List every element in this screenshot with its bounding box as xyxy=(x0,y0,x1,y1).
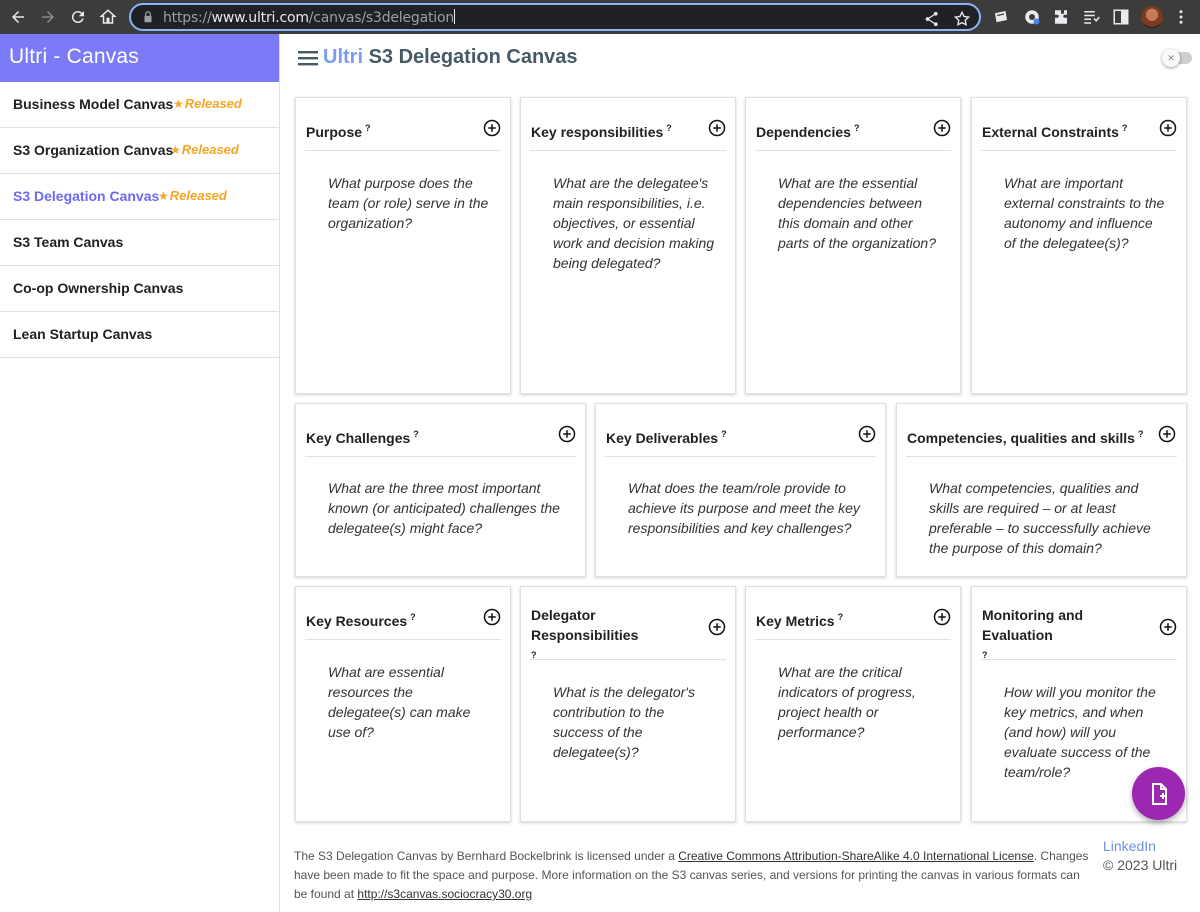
profile-avatar[interactable] xyxy=(1141,6,1163,28)
sidebar-item-s3-delegation-canvas[interactable]: S3 Delegation Canvas ★Released xyxy=(0,174,279,220)
back-icon[interactable] xyxy=(6,5,30,29)
license-link[interactable]: Creative Commons Attribution-ShareAlike … xyxy=(678,849,1034,863)
home-icon[interactable] xyxy=(96,5,120,29)
puzzle-icon[interactable] xyxy=(1052,8,1070,26)
sidebar-item-label: S3 Delegation Canvas xyxy=(13,188,160,204)
google-extension-icon[interactable] xyxy=(1023,8,1041,26)
card-key-responsibilities: Key responsibilities? What are the deleg… xyxy=(520,97,736,394)
card-title: Key Challenges? xyxy=(306,429,419,446)
sidebar-item-label: Lean Startup Canvas xyxy=(13,326,153,342)
add-note-icon[interactable] xyxy=(1159,618,1177,636)
sidebar-item-s3-team-canvas[interactable]: S3 Team Canvas xyxy=(0,220,279,266)
share-icon[interactable] xyxy=(923,10,941,28)
sidebar-item-label: Business Model Canvas xyxy=(13,96,174,112)
card-key-deliverables: Key Deliverables? What does the team/rol… xyxy=(595,403,886,577)
lock-icon xyxy=(144,11,152,23)
card-title: Purpose? xyxy=(306,123,371,140)
brand-name: Ultri xyxy=(323,46,363,68)
card-prompt: What does the team/role provide to achie… xyxy=(628,480,860,536)
card-prompt: What are important external constraints … xyxy=(1004,175,1165,251)
sidebar-item-co-op-ownership-canvas[interactable]: Co-op Ownership Canvas xyxy=(0,266,279,312)
card-prompt: What are the delegatee's main responsibi… xyxy=(553,175,715,271)
sidebar-title: Ultri - Canvas xyxy=(0,34,279,82)
card-title: External Constraints? xyxy=(982,123,1128,140)
linkedin-link[interactable]: LinkedIn xyxy=(1103,838,1156,854)
sidebar-item-label: S3 Team Canvas xyxy=(13,234,124,250)
card-prompt: What are the essential dependencies betw… xyxy=(778,175,936,251)
card-dependencies: Dependencies? What are the essential dep… xyxy=(745,97,961,394)
released-badge: ★Released xyxy=(158,188,227,203)
extension-icon[interactable] xyxy=(992,8,1010,26)
card-title: Dependencies? xyxy=(756,123,860,140)
card-title: Competencies, qualities and skills? xyxy=(907,429,1144,446)
file-export-icon xyxy=(1151,782,1167,805)
sidebar-item-lean-startup-canvas[interactable]: Lean Startup Canvas xyxy=(0,312,279,358)
add-note-icon[interactable] xyxy=(933,608,951,626)
card-key-challenges: Key Challenges? What are the three most … xyxy=(295,403,586,577)
sidebar-item-business-model-canvas[interactable]: Business Model Canvas ★Released xyxy=(0,82,279,128)
add-note-icon[interactable] xyxy=(1159,119,1177,137)
reading-list-icon[interactable] xyxy=(1082,8,1100,26)
reload-icon[interactable] xyxy=(66,5,90,29)
browser-toolbar: https://www.ultri.com/canvas/s3delegatio… xyxy=(0,0,1200,34)
bookmark-star-icon[interactable] xyxy=(953,10,971,28)
card-title: Key responsibilities? xyxy=(531,123,672,140)
add-note-icon[interactable] xyxy=(708,618,726,636)
card-prompt: What is the delegator's contribution to … xyxy=(553,684,695,760)
page-title: Ultri S3 Delegation Canvas xyxy=(323,46,578,69)
card-delegator-responsibilities: Delegator Responsibilities? What is the … xyxy=(520,586,736,822)
forward-icon[interactable] xyxy=(36,5,60,29)
card-prompt: What competencies, qualities and skills … xyxy=(929,480,1151,556)
card-title: Key Metrics? xyxy=(756,612,844,629)
hamburger-menu-icon[interactable] xyxy=(298,49,318,67)
url-text: https://www.ultri.com/canvas/s3delegatio… xyxy=(163,9,455,26)
theme-toggle[interactable]: ✕ xyxy=(1162,49,1192,67)
sidebar: Ultri - Canvas Business Model Canvas ★Re… xyxy=(0,34,280,912)
card-prompt: What are essential resources the delegat… xyxy=(328,664,471,740)
card-title: Key Deliverables? xyxy=(606,429,727,446)
side-panel-icon[interactable] xyxy=(1112,8,1130,26)
canvas-title: S3 Delegation Canvas xyxy=(368,46,578,68)
export-pdf-button[interactable] xyxy=(1132,767,1185,820)
add-note-icon[interactable] xyxy=(558,425,576,443)
add-note-icon[interactable] xyxy=(483,608,501,626)
s3canvas-link[interactable]: http://s3canvas.sociocracy30.org xyxy=(357,887,532,901)
sidebar-item-s3-organization-canvas[interactable]: S3 Organization Canvas ★Released xyxy=(0,128,279,174)
more-menu-icon[interactable] xyxy=(1172,8,1190,26)
sidebar-item-label: Co-op Ownership Canvas xyxy=(13,280,184,296)
add-note-icon[interactable] xyxy=(933,119,951,137)
card-prompt: How will you monitor the key metrics, an… xyxy=(1004,684,1156,780)
card-key-metrics: Key Metrics? What are the critical indic… xyxy=(745,586,961,822)
star-icon: ★ xyxy=(170,143,181,157)
card-purpose: Purpose? What purpose does the team (or … xyxy=(295,97,511,394)
card-prompt: What are the three most important known … xyxy=(328,480,560,536)
sidebar-item-label: S3 Organization Canvas xyxy=(13,142,174,158)
released-badge: ★Released xyxy=(170,142,239,157)
toggle-knob-icon: ✕ xyxy=(1162,49,1180,67)
copyright-text: © 2023 Ultri xyxy=(1103,857,1178,873)
card-key-resources: Key Resources? What are essential resour… xyxy=(295,586,511,822)
card-prompt: What purpose does the team (or role) ser… xyxy=(328,175,489,231)
star-icon: ★ xyxy=(158,189,169,203)
address-bar[interactable]: https://www.ultri.com/canvas/s3delegatio… xyxy=(129,3,981,31)
add-note-icon[interactable] xyxy=(483,119,501,137)
card-title: Delegator Responsibilities? xyxy=(531,607,639,660)
card-title: Key Resources? xyxy=(306,612,416,629)
card-prompt: What are the critical indicators of prog… xyxy=(778,664,916,740)
add-note-icon[interactable] xyxy=(708,119,726,137)
card-external-constraints: External Constraints? What are important… xyxy=(971,97,1187,394)
card-title: Monitoring and Evaluation? xyxy=(982,607,1084,660)
add-note-icon[interactable] xyxy=(1158,425,1176,443)
add-note-icon[interactable] xyxy=(858,425,876,443)
license-footer: The S3 Delegation Canvas by Bernhard Boc… xyxy=(294,849,1089,901)
released-badge: ★Released xyxy=(173,96,242,111)
app-header: Ultri S3 Delegation Canvas ✕ xyxy=(280,34,1200,82)
card-competencies: Competencies, qualities and skills? What… xyxy=(896,403,1187,577)
star-icon: ★ xyxy=(173,97,184,111)
